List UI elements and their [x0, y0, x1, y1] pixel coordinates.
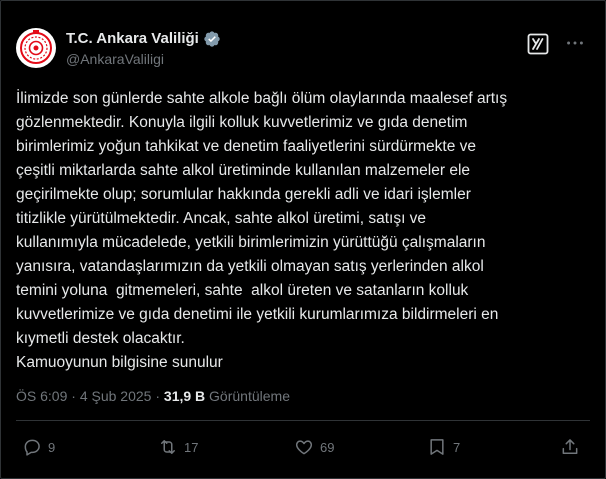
share-icon	[562, 439, 578, 454]
like-button[interactable]: 69	[294, 436, 334, 458]
share-button[interactable]	[560, 436, 580, 458]
tweet-text-line: yanısıra, vatandaşlarımızın da yetkili o…	[16, 258, 484, 275]
bookmark-count: 7	[453, 439, 461, 455]
repost-count: 17	[184, 439, 199, 455]
avatar[interactable]	[16, 28, 56, 68]
tweet-text-line: Kamuoyunun bilgisine sunulur	[16, 354, 223, 371]
grok-icon[interactable]	[526, 32, 550, 56]
divider	[16, 420, 590, 421]
tweet-text-line: çeşitli miktarlarda sahte alkol üretimin…	[16, 162, 471, 179]
tweet-text-line: temini yoluna gitmemeleri, sahte alkol ü…	[16, 282, 469, 299]
meta-separator: ·	[71, 388, 76, 404]
meta-separator: ·	[155, 388, 161, 404]
views-label: Görüntüleme	[209, 388, 290, 404]
bookmark-icon	[430, 439, 444, 455]
tweet-text-line: kuvvetlerimize ve gıda denetimi ile yetk…	[16, 306, 499, 323]
reply-icon	[24, 439, 40, 456]
tweet-text-line: kullanımıyla mücadelede, yetkili birimle…	[16, 234, 486, 251]
tweet-meta: ÖS 6:09 · 4 Şub 2025 · 31,9 B Görüntülem…	[16, 388, 290, 404]
tweet-text-line: İlimizde son günlerde sahte alkole bağlı…	[16, 90, 508, 107]
tweet-text-line: birimlerimiz yoğun tahkikat ve denetim f…	[16, 138, 477, 155]
tweet-time[interactable]: ÖS 6:09	[16, 388, 67, 404]
heart-icon	[295, 440, 313, 455]
ankara-governorship-logo-icon	[17, 29, 55, 67]
tweet-text-line: titizlikle yürütülmektedir. Ancak, sahte…	[16, 210, 427, 227]
repost-button[interactable]: 17	[158, 436, 198, 458]
like-count: 69	[320, 439, 335, 455]
author-handle[interactable]: @AnkaraValiligi	[66, 51, 164, 67]
more-icon[interactable]	[564, 32, 586, 54]
repost-icon	[161, 440, 175, 454]
reply-count: 9	[48, 439, 56, 455]
views-count[interactable]: 31,9 B	[164, 388, 205, 404]
verified-badge-icon	[204, 31, 220, 47]
tweet-text: İlimizde son günlerde sahte alkole bağlı…	[16, 87, 590, 375]
tweet-date[interactable]: 4 Şub 2025	[80, 388, 152, 404]
reply-button[interactable]: 9	[22, 436, 55, 458]
tweet-text-line: kıymetli destek olacaktır.	[16, 330, 185, 347]
author-name[interactable]: T.C. Ankara Valiliği	[66, 30, 199, 47]
bookmark-button[interactable]: 7	[427, 436, 460, 458]
tweet-text-line: geçirilmekte olup; sorumlular hakkında g…	[16, 186, 471, 203]
tweet-text-line: gözlenmektedir. Konuyla ilgili kolluk ku…	[16, 114, 468, 131]
